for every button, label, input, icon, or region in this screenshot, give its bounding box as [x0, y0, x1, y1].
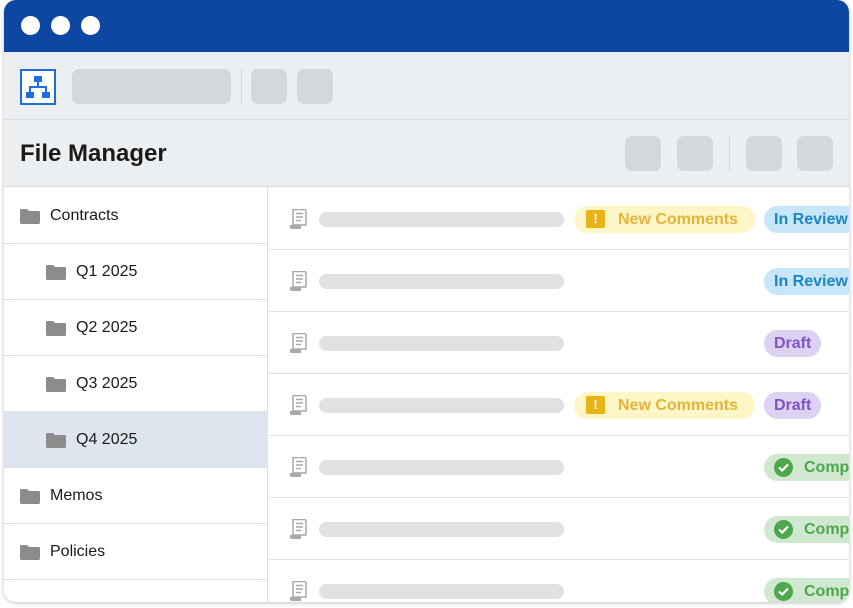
- file-name-placeholder: [319, 398, 564, 413]
- comment-alert-icon: !: [586, 210, 605, 228]
- page-title: File Manager: [20, 140, 167, 167]
- sidebar-item-contracts[interactable]: Contracts: [4, 188, 268, 244]
- status-label: Draft: [774, 397, 812, 414]
- file-row[interactable]: Completed: [269, 498, 849, 560]
- sidebar-item-label: Q2 2025: [76, 319, 138, 336]
- file-name-placeholder: [319, 336, 564, 351]
- window-minimize-button[interactable]: [51, 16, 70, 35]
- status-label: Draft: [774, 335, 812, 352]
- sidebar-item-label: Q4 2025: [76, 431, 138, 448]
- folder-sidebar: Contracts Q1 2025 Q2 2025 Q3 2025 Q4 2025 Mem…: [4, 188, 268, 602]
- window-maximize-button[interactable]: [81, 16, 100, 35]
- comment-badge-label: New Comments: [618, 211, 739, 228]
- header-action-button-3[interactable]: [746, 136, 782, 171]
- document-icon: [290, 271, 307, 291]
- page-header: File Manager: [4, 120, 849, 187]
- file-row[interactable]: Completed: [269, 560, 849, 602]
- file-row[interactable]: ! New Comments In Review: [269, 188, 849, 250]
- file-name-placeholder: [319, 212, 564, 227]
- sidebar-item-label: Contracts: [50, 207, 119, 224]
- file-name-placeholder: [319, 584, 564, 599]
- document-icon: [290, 333, 307, 353]
- toolbar-button-1[interactable]: [251, 69, 287, 104]
- status-badge: Draft: [764, 392, 822, 419]
- header-action-button-2[interactable]: [677, 136, 713, 171]
- file-row[interactable]: Draft: [269, 312, 849, 374]
- status-badge: In Review: [764, 206, 849, 233]
- new-comments-badge[interactable]: ! New Comments: [574, 392, 755, 419]
- folder-icon: [46, 377, 66, 392]
- check-icon: [774, 458, 793, 477]
- document-icon: [290, 581, 307, 601]
- check-icon: [774, 520, 793, 539]
- status-badge: Completed: [764, 454, 849, 481]
- file-row[interactable]: In Review: [269, 250, 849, 312]
- status-label: Completed: [804, 583, 849, 600]
- sidebar-item-label: Policies: [50, 543, 106, 560]
- hierarchy-logo-icon[interactable]: [20, 69, 56, 105]
- toolbar: [4, 52, 849, 120]
- folder-icon: [46, 433, 66, 448]
- sidebar-item-memos[interactable]: Memos: [4, 468, 268, 524]
- status-badge: Draft: [764, 330, 822, 357]
- status-badge: Completed: [764, 578, 849, 602]
- toolbar-button-2[interactable]: [297, 69, 333, 104]
- header-action-button-4[interactable]: [797, 136, 833, 171]
- window-close-button[interactable]: [21, 16, 40, 35]
- file-list: ! New Comments In Review In Review Draft! New…: [269, 188, 849, 602]
- status-label: Completed: [804, 521, 849, 538]
- file-row[interactable]: Completed: [269, 436, 849, 498]
- toolbar-divider: [241, 69, 242, 104]
- folder-icon: [46, 265, 66, 280]
- document-icon: [290, 209, 307, 229]
- document-icon: [290, 519, 307, 539]
- header-action-button-1[interactable]: [625, 136, 661, 171]
- sidebar-item-policies[interactable]: Policies: [4, 524, 268, 580]
- sidebar-item-label: Q1 2025: [76, 263, 138, 280]
- folder-icon: [20, 489, 40, 504]
- file-name-placeholder: [319, 274, 564, 289]
- status-badge: In Review: [764, 268, 849, 295]
- sidebar-item-q4-2025[interactable]: Q4 2025: [4, 412, 268, 468]
- sidebar-item-q2-2025[interactable]: Q2 2025: [4, 300, 268, 356]
- file-row[interactable]: ! New Comments Draft: [269, 374, 849, 436]
- new-comments-badge[interactable]: ! New Comments: [574, 206, 755, 233]
- status-label: In Review: [774, 273, 848, 290]
- folder-icon: [20, 209, 40, 224]
- status-label: Completed: [804, 459, 849, 476]
- document-icon: [290, 395, 307, 415]
- file-name-placeholder: [319, 522, 564, 537]
- sidebar-item-q3-2025[interactable]: Q3 2025: [4, 356, 268, 412]
- document-icon: [290, 457, 307, 477]
- check-icon: [774, 582, 793, 601]
- status-label: In Review: [774, 211, 848, 228]
- status-badge: Completed: [764, 516, 849, 543]
- folder-icon: [46, 321, 66, 336]
- folder-icon: [20, 545, 40, 560]
- sidebar-item-label: Memos: [50, 487, 103, 504]
- comment-alert-icon: !: [586, 396, 605, 414]
- header-divider: [729, 136, 730, 171]
- search-placeholder[interactable]: [72, 69, 231, 104]
- title-bar: [4, 0, 849, 52]
- sidebar-item-label: Q3 2025: [76, 375, 138, 392]
- sidebar-item-q1-2025[interactable]: Q1 2025: [4, 244, 268, 300]
- file-name-placeholder: [319, 460, 564, 475]
- app-window: File Manager Contracts Q1 2025 Q2 2025 Q3 2…: [4, 0, 849, 602]
- comment-badge-label: New Comments: [618, 397, 739, 414]
